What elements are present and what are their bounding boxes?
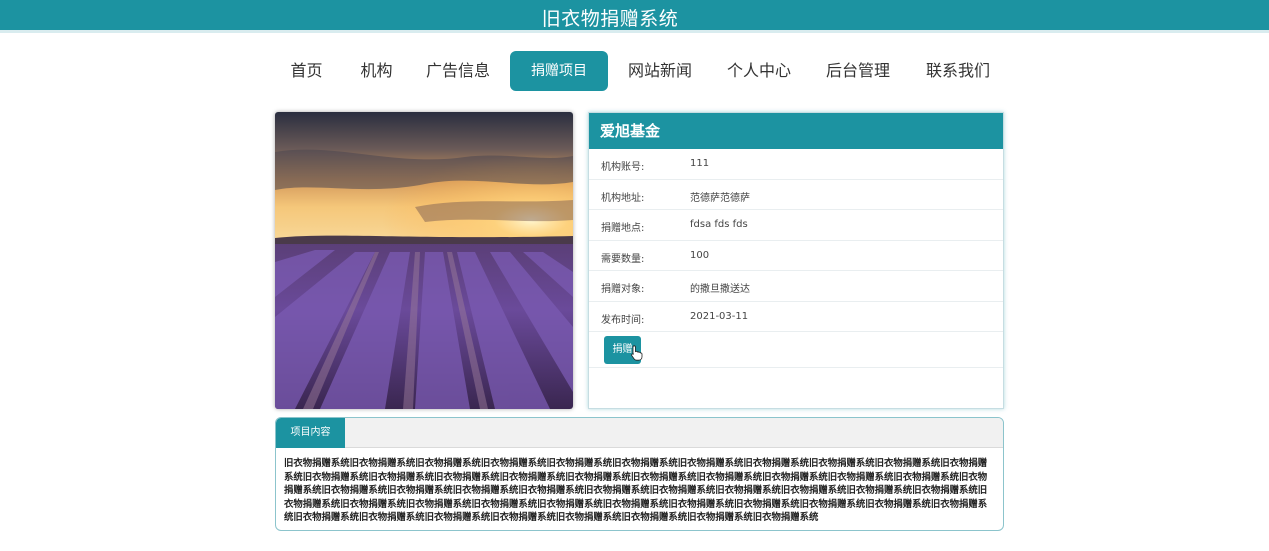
- top-header: 旧衣物捐赠系统: [0, 0, 1269, 33]
- field-label: 需要数量:: [601, 253, 645, 265]
- field-value: fdsa fds fds: [690, 219, 748, 230]
- detail-row-address: 机构地址: 范德萨范德萨: [589, 180, 1003, 210]
- detail-row-publish-date: 发布时间: 2021-03-11: [589, 302, 1003, 332]
- field-value: 范德萨范德萨: [690, 192, 750, 204]
- field-label: 发布时间:: [601, 314, 645, 326]
- content-tabbar: 项目内容: [276, 418, 1003, 448]
- field-value: 100: [690, 249, 710, 261]
- project-image: [275, 112, 573, 409]
- field-value: 的撒旦撒送达: [690, 284, 750, 295]
- nav-item-profile[interactable]: 个人中心: [720, 51, 798, 91]
- organization-detail-card: 爱旭基金 机构账号: 111 机构地址: 范德萨范德萨 捐赠地点: fdsa f…: [588, 112, 1004, 409]
- field-label: 机构账号:: [601, 162, 645, 173]
- detail-row-quantity: 需要数量: 100: [589, 241, 1003, 271]
- field-value: 2021-03-11: [690, 310, 749, 322]
- detail-row-location: 捐赠地点: fdsa fds fds: [589, 210, 1003, 241]
- detail-row-account: 机构账号: 111: [589, 149, 1003, 180]
- nav-item-donation-projects[interactable]: 捐赠项目: [510, 51, 608, 91]
- nav-item-admin[interactable]: 后台管理: [819, 51, 897, 91]
- field-value: 111: [690, 158, 710, 169]
- organization-name: 爱旭基金: [589, 113, 1003, 149]
- project-content-text: 旧衣物捐赠系统旧衣物捐赠系统旧衣物捐赠系统旧衣物捐赠系统旧衣物捐赠系统旧衣物捐赠…: [284, 458, 988, 524]
- nav-item-home[interactable]: 首页: [279, 51, 334, 91]
- field-label: 捐赠对象:: [601, 284, 645, 295]
- nav-item-contact[interactable]: 联系我们: [918, 51, 998, 91]
- project-content-panel: 项目内容 旧衣物捐赠系统旧衣物捐赠系统旧衣物捐赠系统旧衣物捐赠系统旧衣物捐赠系统…: [275, 417, 1004, 531]
- field-label: 机构地址:: [601, 192, 645, 204]
- field-label: 捐赠地点:: [601, 223, 645, 234]
- divider: [589, 367, 1003, 368]
- nav-item-ads[interactable]: 广告信息: [418, 51, 498, 91]
- site-title: 旧衣物捐赠系统: [541, 8, 679, 30]
- detail-row-recipient: 捐赠对象: 的撒旦撒送达: [589, 271, 1003, 302]
- nav-item-organizations[interactable]: 机构: [349, 51, 404, 91]
- tab-project-content[interactable]: 项目内容: [276, 418, 345, 448]
- main-nav: 首页 机构 广告信息 捐赠项目 网站新闻 个人中心 后台管理 联系我们: [0, 51, 1269, 91]
- nav-item-news[interactable]: 网站新闻: [621, 51, 699, 91]
- hand-pointer-icon: [631, 345, 643, 361]
